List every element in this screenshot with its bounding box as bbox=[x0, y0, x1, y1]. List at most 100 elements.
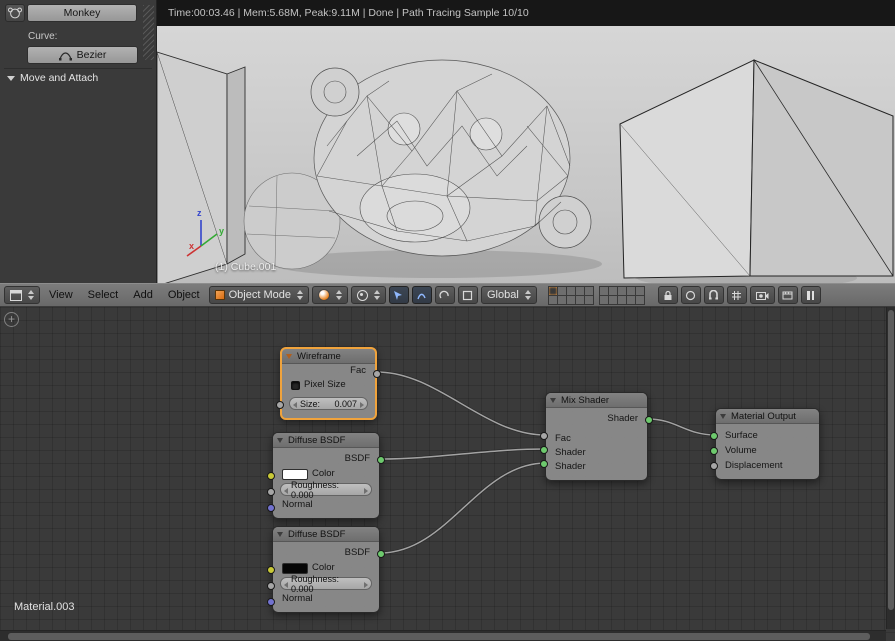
slider-value: Roughness: 0.000 bbox=[291, 479, 340, 500]
menu-select[interactable]: Select bbox=[82, 289, 125, 301]
node-material-output[interactable]: Material Output Surface Volume Displacem… bbox=[710, 408, 820, 480]
layers-widget[interactable] bbox=[547, 285, 645, 305]
roughness-slider[interactable]: Roughness: 0.000 bbox=[280, 574, 372, 594]
monkey-icon bbox=[8, 7, 22, 19]
menu-add[interactable]: Add bbox=[127, 289, 159, 301]
collapse-icon[interactable] bbox=[277, 532, 283, 537]
film-icon bbox=[782, 291, 793, 299]
normal-input-socket[interactable] bbox=[267, 504, 275, 512]
roughness-slider[interactable]: Roughness: 0.000 bbox=[280, 480, 372, 500]
tool-shelf: Monkey Curve: Bezier Move and Attach bbox=[0, 0, 157, 283]
move-attach-panel-header[interactable]: Move and Attach bbox=[7, 72, 98, 84]
socket-label: Displacement bbox=[725, 460, 783, 471]
node-title: Material Output bbox=[731, 411, 796, 422]
collapse-icon[interactable] bbox=[286, 354, 292, 359]
opengl-render-anim-button[interactable] bbox=[777, 286, 798, 304]
vertical-scrollbar-thumb[interactable] bbox=[888, 310, 894, 610]
bsdf-output-socket[interactable] bbox=[377, 456, 385, 464]
editor-3dview-icon bbox=[10, 289, 22, 301]
roughness-input-socket[interactable] bbox=[267, 582, 275, 590]
panel-expand-icon bbox=[7, 75, 15, 81]
layer-grid-right[interactable] bbox=[598, 285, 645, 305]
snap-target-button[interactable] bbox=[726, 286, 747, 304]
header-right-buttons bbox=[657, 286, 821, 304]
dropdown-arrows-icon bbox=[296, 290, 303, 300]
pivot-point-icon bbox=[356, 289, 368, 301]
manipulator-rotate-button[interactable] bbox=[434, 286, 455, 304]
fac-input-socket[interactable] bbox=[540, 432, 548, 440]
shader-input-socket-2[interactable] bbox=[540, 460, 548, 468]
node-wireframe[interactable]: Wireframe Fac Pixel Size Size: 0.007 bbox=[276, 347, 381, 420]
rendered-scene bbox=[157, 26, 895, 283]
orientation-dropdown[interactable]: Global bbox=[480, 286, 537, 304]
size-slider[interactable]: Size: 0.007 bbox=[289, 397, 368, 410]
mode-dropdown[interactable]: Object Mode bbox=[208, 286, 309, 304]
region-expand-icon[interactable]: + bbox=[4, 312, 19, 327]
horizontal-scrollbar-thumb[interactable] bbox=[8, 633, 870, 640]
node-header[interactable]: Material Output bbox=[716, 409, 819, 424]
node-header[interactable]: Diffuse BSDF bbox=[273, 527, 379, 542]
normal-input-socket[interactable] bbox=[267, 598, 275, 606]
volume-input-socket[interactable] bbox=[710, 447, 718, 455]
manipulator-scale-button[interactable] bbox=[457, 286, 478, 304]
lock-icon bbox=[664, 290, 672, 300]
node-mix-shader[interactable]: Mix Shader Shader Fac Shader Shader bbox=[540, 392, 653, 481]
node-header[interactable]: Wireframe bbox=[282, 349, 375, 364]
render-visibility-button[interactable] bbox=[680, 286, 701, 304]
panel-resize-grip[interactable] bbox=[143, 5, 154, 60]
socket-label: BSDF bbox=[344, 547, 370, 558]
menu-object[interactable]: Object bbox=[162, 289, 206, 301]
collapse-icon[interactable] bbox=[277, 438, 283, 443]
node-header[interactable]: Diffuse BSDF bbox=[273, 433, 379, 448]
pause-button[interactable] bbox=[800, 286, 821, 304]
snap-button[interactable] bbox=[703, 286, 724, 304]
node-editor[interactable]: + Wireframe Fac Pixel Size Size: 0.007 D… bbox=[0, 307, 895, 641]
checkbox-label: Pixel Size bbox=[304, 379, 346, 390]
pixel-size-checkbox[interactable] bbox=[291, 380, 300, 390]
pause-icon bbox=[807, 290, 815, 300]
cursor-icon bbox=[394, 290, 403, 300]
socket-label: Volume bbox=[725, 445, 757, 456]
pivot-dropdown[interactable] bbox=[350, 286, 386, 304]
color-swatch[interactable] bbox=[282, 562, 308, 574]
node-title: Mix Shader bbox=[561, 395, 610, 406]
shading-dropdown[interactable] bbox=[311, 286, 348, 304]
rotate-icon bbox=[439, 290, 450, 298]
menu-view[interactable]: View bbox=[43, 289, 79, 301]
color-input-socket[interactable] bbox=[267, 566, 275, 574]
horizontal-scrollbar[interactable] bbox=[0, 630, 886, 641]
bsdf-output-socket[interactable] bbox=[377, 550, 385, 558]
node-diffuse-bsdf-2[interactable]: Diffuse BSDF BSDF Color Roughness: 0.000… bbox=[267, 526, 385, 613]
node-title: Diffuse BSDF bbox=[288, 435, 346, 446]
node-header[interactable]: Mix Shader bbox=[546, 393, 647, 408]
render-status-text: Time:00:03.46 | Mem:5.68M, Peak:9.11M | … bbox=[157, 0, 895, 26]
bezier-button[interactable]: Bezier bbox=[27, 46, 138, 64]
size-input-socket[interactable] bbox=[276, 401, 284, 409]
color-input-socket[interactable] bbox=[267, 472, 275, 480]
vertical-scrollbar[interactable] bbox=[886, 307, 895, 629]
monkey-icon-button[interactable] bbox=[5, 4, 25, 22]
monkey-button[interactable]: Monkey bbox=[27, 4, 137, 22]
layer-grid-left[interactable] bbox=[547, 285, 594, 305]
slider-label: Size: bbox=[300, 398, 321, 409]
editor-type-button[interactable] bbox=[4, 286, 40, 304]
camera-icon bbox=[755, 291, 769, 300]
lock-button[interactable] bbox=[657, 286, 678, 304]
surface-input-socket[interactable] bbox=[710, 432, 718, 440]
color-swatch[interactable] bbox=[282, 468, 308, 480]
node-diffuse-bsdf-1[interactable]: Diffuse BSDF BSDF Color Roughness: 0.000… bbox=[267, 432, 385, 519]
manipulator-translate-button[interactable] bbox=[411, 286, 432, 304]
collapse-icon[interactable] bbox=[550, 398, 556, 403]
orientation-value: Global bbox=[486, 289, 519, 301]
opengl-render-button[interactable] bbox=[749, 286, 775, 304]
manipulator-toggle-button[interactable] bbox=[388, 286, 409, 304]
material-name-label: Material.003 bbox=[14, 601, 75, 613]
displacement-input-socket[interactable] bbox=[710, 462, 718, 470]
collapse-icon[interactable] bbox=[720, 414, 726, 419]
viewport-3d[interactable]: Time:00:03.46 | Mem:5.68M, Peak:9.11M | … bbox=[157, 0, 895, 283]
socket-label: Shader bbox=[607, 413, 638, 424]
shader-output-socket[interactable] bbox=[645, 416, 653, 424]
fac-output-socket[interactable] bbox=[373, 370, 381, 378]
roughness-input-socket[interactable] bbox=[267, 488, 275, 496]
shader-input-socket-1[interactable] bbox=[540, 446, 548, 454]
